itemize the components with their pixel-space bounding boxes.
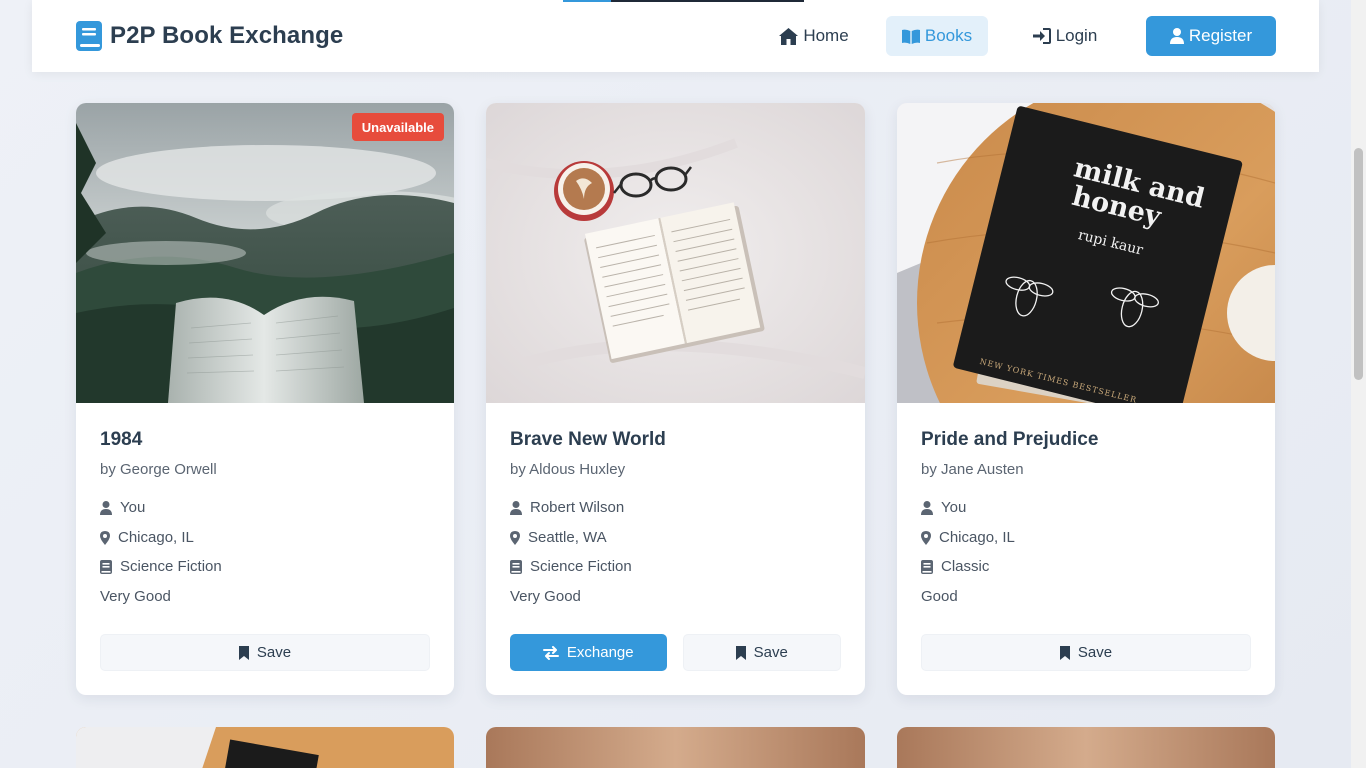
register-button[interactable]: Register bbox=[1146, 16, 1276, 56]
nav-books-label: Books bbox=[924, 26, 973, 45]
user-icon bbox=[1169, 28, 1184, 44]
map-pin-icon bbox=[510, 531, 520, 545]
book-location: Seattle, WA bbox=[510, 529, 841, 547]
book-genre: Science Fiction bbox=[510, 558, 841, 576]
user-icon bbox=[100, 501, 112, 515]
book-owner: You bbox=[921, 499, 1251, 517]
location-text: Chicago, IL bbox=[118, 529, 194, 546]
book-location: Chicago, IL bbox=[100, 529, 430, 547]
location-text: Chicago, IL bbox=[939, 529, 1015, 546]
nav-books[interactable]: Books bbox=[886, 16, 988, 56]
book-cover-image bbox=[76, 727, 454, 768]
book-cover-image bbox=[486, 727, 865, 768]
book-owner: Robert Wilson bbox=[510, 499, 841, 517]
bookmark-icon bbox=[238, 645, 249, 660]
book-cover-image bbox=[897, 727, 1275, 768]
exchange-button[interactable]: Exchange bbox=[510, 634, 667, 671]
map-pin-icon bbox=[100, 531, 110, 545]
page: P2P Book Exchange Home Books Login Regis… bbox=[0, 0, 1366, 768]
book-icon bbox=[510, 560, 522, 574]
book-title[interactable]: 1984 bbox=[100, 429, 430, 451]
save-button[interactable]: Save bbox=[100, 634, 430, 671]
book-location: Chicago, IL bbox=[921, 529, 1251, 547]
book-cover-image: milk and honey rupi kaur NEW YORK TIMES … bbox=[897, 103, 1275, 403]
nav-login-label: Login bbox=[1055, 26, 1098, 45]
genre-text: Classic bbox=[941, 558, 990, 575]
book-card-brave-new-world[interactable]: Brave New World by Aldous Huxley Robert … bbox=[486, 103, 865, 695]
coffee-glasses-book-image bbox=[486, 103, 865, 403]
book-card-partial[interactable] bbox=[76, 727, 454, 768]
book-condition: Good bbox=[921, 588, 958, 605]
owner-name: You bbox=[120, 499, 146, 516]
page-scrollbar[interactable] bbox=[1351, 0, 1366, 768]
save-label: Save bbox=[1077, 644, 1113, 661]
owner-name: You bbox=[941, 499, 967, 516]
genre-text: Science Fiction bbox=[530, 558, 632, 575]
nav-home-label: Home bbox=[803, 26, 849, 45]
book-genre: Science Fiction bbox=[100, 558, 430, 576]
scrollbar-thumb[interactable] bbox=[1354, 148, 1363, 380]
book-title[interactable]: Pride and Prejudice bbox=[921, 429, 1251, 451]
save-button[interactable]: Save bbox=[921, 634, 1251, 671]
bookmark-icon bbox=[735, 645, 746, 660]
brand[interactable]: P2P Book Exchange bbox=[76, 21, 343, 51]
book-condition: Very Good bbox=[510, 588, 581, 605]
misty-forest-book-image bbox=[76, 103, 454, 403]
location-text: Seattle, WA bbox=[528, 529, 607, 546]
save-label: Save bbox=[256, 644, 292, 661]
book-card-partial[interactable] bbox=[486, 727, 865, 768]
book-icon bbox=[921, 560, 933, 574]
map-pin-icon bbox=[921, 531, 931, 545]
book-card-partial[interactable] bbox=[897, 727, 1275, 768]
book-author: by Aldous Huxley bbox=[510, 461, 626, 478]
nav-login[interactable]: Login bbox=[1024, 16, 1106, 56]
book-author: by George Orwell bbox=[100, 461, 217, 478]
book-owner: You bbox=[100, 499, 430, 517]
home-icon bbox=[779, 27, 799, 45]
user-icon bbox=[921, 501, 933, 515]
book-card-pride-and-prejudice[interactable]: milk and honey rupi kaur NEW YORK TIMES … bbox=[897, 103, 1275, 695]
save-button[interactable]: Save bbox=[682, 634, 841, 671]
genre-text: Science Fiction bbox=[120, 558, 222, 575]
exchange-label: Exchange bbox=[566, 644, 634, 661]
book-logo-icon bbox=[76, 21, 102, 51]
book-icon bbox=[100, 560, 112, 574]
milk-and-honey-book-image: milk and honey rupi kaur NEW YORK TIMES … bbox=[897, 103, 1275, 403]
bookmark-icon bbox=[1059, 645, 1070, 660]
book-cover-image bbox=[486, 103, 865, 403]
book-title[interactable]: Brave New World bbox=[510, 429, 841, 451]
unavailable-badge: Unavailable bbox=[351, 113, 444, 141]
book-genre: Classic bbox=[921, 558, 1251, 576]
book-condition: Very Good bbox=[100, 588, 171, 605]
save-label: Save bbox=[753, 644, 788, 661]
user-icon bbox=[510, 501, 522, 515]
book-cover-image: Unavailable bbox=[76, 103, 454, 403]
brand-title: P2P Book Exchange bbox=[110, 22, 344, 49]
open-book-icon bbox=[901, 29, 920, 44]
register-label: Register bbox=[1188, 26, 1253, 45]
book-author: by Jane Austen bbox=[921, 461, 1024, 478]
page-progress-strip bbox=[563, 0, 804, 2]
sign-in-icon bbox=[1032, 28, 1051, 44]
owner-name: Robert Wilson bbox=[530, 499, 625, 516]
navbar: P2P Book Exchange Home Books Login Regis… bbox=[32, 0, 1319, 72]
exchange-arrows-icon bbox=[542, 645, 559, 660]
nav-home[interactable]: Home bbox=[762, 16, 866, 56]
book-card-1984[interactable]: Unavailable 1984 by George Orwell You Ch… bbox=[76, 103, 454, 695]
